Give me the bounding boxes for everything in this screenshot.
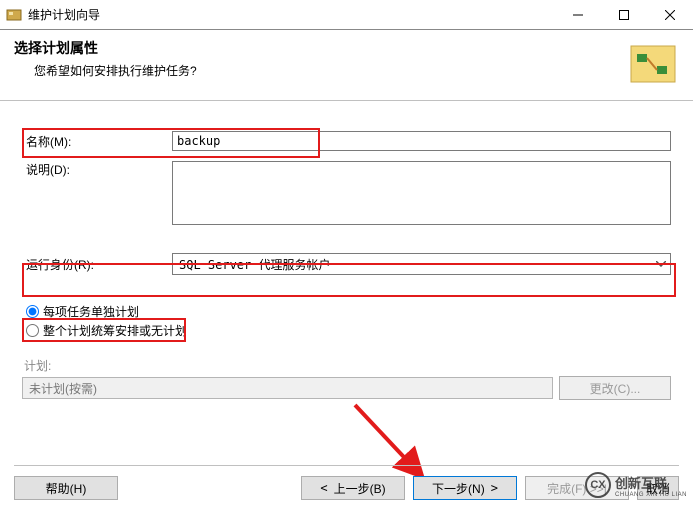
- chevron-left-icon: [320, 481, 333, 495]
- radio-separate-input[interactable]: [26, 305, 39, 318]
- runas-value: SQL Server 代理服务帐户: [173, 256, 652, 273]
- name-field[interactable]: [172, 131, 671, 151]
- watermark-icon: CX: [585, 472, 611, 498]
- runas-select[interactable]: SQL Server 代理服务帐户: [172, 253, 671, 275]
- schedule-label: 计划:: [24, 357, 671, 374]
- name-label: 名称(M):: [22, 133, 172, 150]
- watermark-sub: CHUANG XIN HU LIAN: [615, 492, 687, 498]
- close-button[interactable]: [647, 0, 693, 30]
- wizard-header: 选择计划属性 您希望如何安排执行维护任务?: [0, 30, 693, 100]
- wizard-body: 名称(M): 说明(D): 运行身份(R): SQL Server 代理服务帐户…: [0, 101, 693, 410]
- runas-label: 运行身份(R):: [22, 256, 172, 273]
- change-schedule-button: 更改(C)...: [559, 376, 671, 400]
- radio-single-schedule[interactable]: 整个计划统筹安排或无计划: [26, 322, 671, 339]
- schedule-value: 未计划(按需): [29, 380, 97, 397]
- radio-separate-schedule[interactable]: 每项任务单独计划: [26, 303, 671, 320]
- page-subtitle: 您希望如何安排执行维护任务?: [34, 62, 623, 79]
- desc-label: 说明(D):: [22, 161, 172, 178]
- titlebar: 维护计划向导: [0, 0, 693, 30]
- back-button[interactable]: 上一步(B): [301, 476, 405, 500]
- page-title: 选择计划属性: [14, 38, 623, 58]
- radio-separate-label: 每项任务单独计划: [43, 303, 139, 320]
- radio-single-label: 整个计划统筹安排或无计划: [43, 322, 187, 339]
- next-button[interactable]: 下一步(N) >: [413, 476, 517, 500]
- chevron-right-icon: >: [491, 481, 498, 495]
- chevron-down-icon: [652, 254, 670, 274]
- app-icon: [6, 7, 22, 23]
- description-field[interactable]: [172, 161, 671, 225]
- help-button[interactable]: 帮助(H): [14, 476, 118, 500]
- minimize-button[interactable]: [555, 0, 601, 30]
- maximize-button[interactable]: [601, 0, 647, 30]
- schedule-field: 未计划(按需): [22, 377, 553, 399]
- watermark-text: 创新互联: [615, 473, 687, 492]
- window-title: 维护计划向导: [28, 6, 100, 23]
- wizard-icon: [623, 40, 679, 88]
- radio-single-input[interactable]: [26, 324, 39, 337]
- watermark: CX 创新互联 CHUANG XIN HU LIAN: [585, 472, 687, 498]
